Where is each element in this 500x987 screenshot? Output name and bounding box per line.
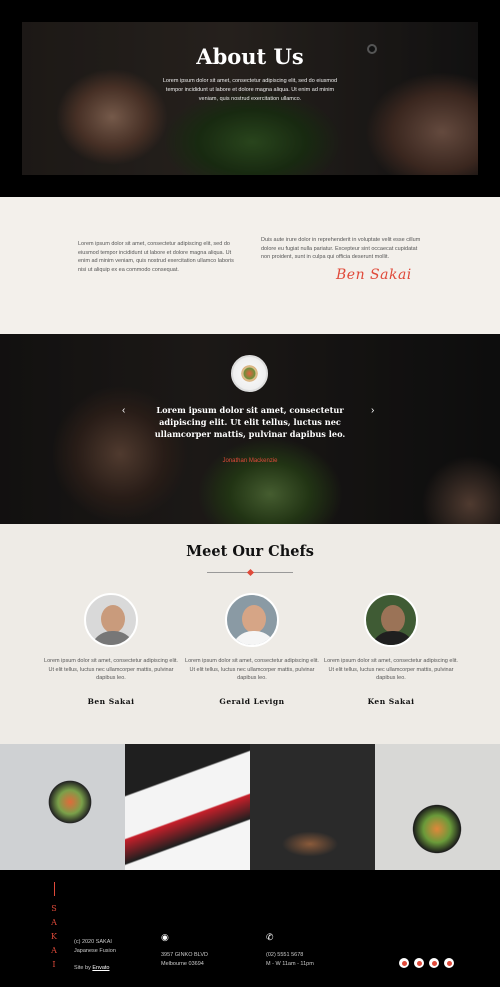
testimonial-avatar: [231, 355, 268, 392]
food-gallery: [0, 744, 500, 870]
testimonial-author: Jonathan Mackenzie: [222, 458, 278, 464]
chefs-heading: Meet Our Chefs: [186, 543, 314, 560]
instagram-icon[interactable]: [429, 958, 439, 968]
hero-text: Lorem ipsum dolor sit amet, consectetur …: [162, 78, 338, 102]
envato-link[interactable]: Envato: [92, 965, 109, 971]
yelp-icon[interactable]: [444, 958, 454, 968]
chefs-section: Meet Our Chefs Lorem ipsum dolor sit ame…: [0, 524, 500, 744]
address-line: 3957 GINKO BLVD: [161, 952, 208, 958]
brand-line: [53, 882, 55, 896]
chef-avatar: [84, 593, 138, 647]
chef-bio: Lorem ipsum dolor sit amet, consectetur …: [185, 658, 319, 681]
chef-card: Lorem ipsum dolor sit amet, consectetur …: [321, 593, 461, 706]
intro-text-left: Lorem ipsum dolor sit amet, consectetur …: [78, 241, 234, 273]
chef-bio: Lorem ipsum dolor sit amet, consectetur …: [324, 658, 458, 681]
page-title: About Us: [196, 44, 304, 69]
brand-logo[interactable]: S A K A I: [48, 882, 60, 972]
chef-avatar: [225, 593, 279, 647]
gallery-image[interactable]: [0, 744, 125, 870]
chef-avatar: [364, 593, 418, 647]
tagline-text: Japanese Fusion: [74, 948, 116, 954]
brand-letter: A: [51, 946, 57, 955]
chef-bio: Lorem ipsum dolor sit amet, consectetur …: [44, 658, 178, 681]
brand-letter: I: [52, 960, 56, 969]
next-arrow-icon[interactable]: ›: [371, 405, 374, 416]
opening-hours: M - W 11am - 11pm: [266, 961, 314, 967]
footer-contact: (02) 5551 5678 M - W 11am - 11pm: [266, 951, 314, 969]
phone-icon: ✆: [266, 932, 274, 942]
intro-text-right: Duis aute irure dolor in reprehenderit i…: [261, 237, 421, 260]
owner-signature: Ben Sakai: [336, 267, 412, 283]
phone-number[interactable]: (02) 5551 5678: [266, 951, 314, 960]
youtube-icon[interactable]: [414, 958, 424, 968]
chef-card: Lorem ipsum dolor sit amet, consectetur …: [182, 593, 322, 706]
site-by-label: Site by: [74, 965, 91, 971]
site-credit: Site by Envato: [74, 964, 116, 973]
testimonial-quote: Lorem ipsum dolor sit amet, consectetur …: [154, 405, 346, 439]
hero-section: About Us Lorem ipsum dolor sit amet, con…: [0, 0, 500, 197]
brand-letter: A: [51, 918, 57, 927]
gallery-image[interactable]: [375, 744, 500, 870]
chef-name: Gerald Levign: [219, 696, 285, 706]
location-pin-icon: ◉: [161, 932, 169, 942]
divider-diamond-icon: [246, 568, 255, 577]
testimonial-slider: ‹ Lorem ipsum dolor sit amet, consectetu…: [0, 334, 500, 524]
footer: S A K A I (c) 2020 SAKAI Japanese Fusion…: [0, 870, 500, 987]
gallery-image[interactable]: [250, 744, 375, 870]
footer-address: 3957 GINKO BLVD Melbourne 03694: [161, 951, 208, 969]
chef-name: Ben Sakai: [87, 696, 135, 706]
facebook-icon[interactable]: [399, 958, 409, 968]
chef-name: Ken Sakai: [367, 696, 415, 706]
chef-card: Lorem ipsum dolor sit amet, consectetur …: [41, 593, 181, 706]
brand-letter: S: [51, 904, 57, 913]
footer-copyright: (c) 2020 SAKAI Japanese Fusion Site by E…: [74, 938, 116, 973]
intro-section: Lorem ipsum dolor sit amet, consectetur …: [0, 197, 500, 334]
gallery-image[interactable]: [125, 744, 250, 870]
address-line: Melbourne 03694: [161, 961, 204, 967]
prev-arrow-icon[interactable]: ‹: [122, 405, 125, 416]
brand-letter: K: [51, 932, 57, 941]
copyright-text: (c) 2020 SAKAI: [74, 939, 112, 945]
